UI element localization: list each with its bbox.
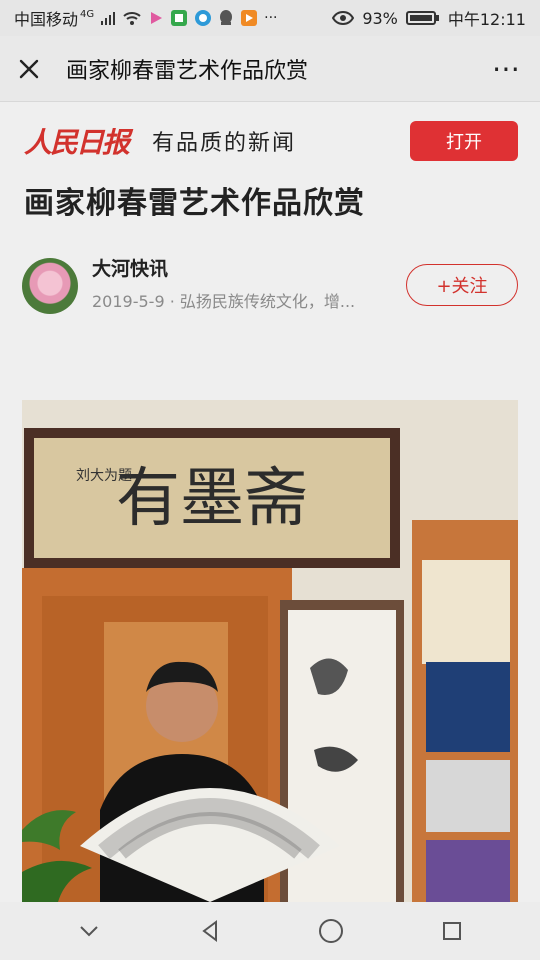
battery-percent: 93% — [362, 8, 398, 28]
nav-home-button[interactable] — [304, 910, 358, 952]
avatar[interactable] — [22, 258, 78, 314]
app-orange-icon — [240, 9, 258, 27]
battery-icon — [405, 10, 440, 26]
qq-icon — [218, 9, 234, 27]
status-bar: 中国移动 4G ··· 93% 中午12:11 — [0, 0, 540, 36]
article-content: 人民日报 有品质的新闻 打开 画家柳春雷艺术作品欣赏 大河快讯 2019-5-9… — [0, 102, 540, 902]
calligraphy-main-text: 有墨斋 — [116, 462, 308, 536]
signal-icon — [100, 10, 116, 26]
article-title: 画家柳春雷艺术作品欣赏 — [24, 186, 365, 221]
app-play-icon — [148, 10, 164, 26]
brand-logo: 人民日报 — [24, 126, 130, 159]
calligraphy-side-text: 刘大为题 — [76, 468, 132, 484]
page-title: 画家柳春雷艺术作品欣赏 — [66, 58, 309, 84]
eye-icon — [332, 11, 355, 25]
back-triangle-icon — [201, 920, 217, 942]
author-name[interactable]: 大河快讯 — [92, 254, 168, 281]
recents-square-icon — [442, 922, 461, 940]
title-bar: 画家柳春雷艺术作品欣赏 ⋯ — [0, 36, 540, 102]
open-app-button[interactable]: 打开 — [410, 121, 518, 161]
more-menu-icon[interactable]: ⋯ — [492, 52, 522, 85]
wifi-icon — [122, 10, 142, 26]
network-type: 4G — [80, 8, 95, 20]
nav-down-button[interactable] — [62, 910, 116, 952]
brand-slogan: 有品质的新闻 — [152, 131, 297, 156]
close-icon[interactable] — [18, 58, 40, 80]
article-photo[interactable]: 有墨斋 刘大为题 — [22, 400, 518, 902]
follow-button[interactable]: +关注 — [406, 264, 518, 306]
promo-banner: 人民日报 有品质的新闻 打开 — [24, 120, 518, 162]
app-green-icon — [170, 9, 188, 27]
system-nav-bar — [0, 902, 540, 960]
carrier-name: 中国移动 — [14, 10, 79, 29]
chevron-down-icon — [79, 926, 98, 937]
nav-recents-button[interactable] — [425, 910, 479, 952]
article-meta: 2019-5-9 · 弘扬民族传统文化，增... — [92, 292, 356, 311]
app-blue-icon — [194, 9, 212, 27]
nav-back-button[interactable] — [183, 910, 237, 952]
more-notifications-icon: ··· — [264, 10, 278, 26]
home-circle-icon — [318, 919, 343, 943]
clock: 中午12:11 — [447, 10, 526, 29]
author-row: 大河快讯 2019-5-9 · 弘扬民族传统文化，增... +关注 — [22, 254, 518, 314]
